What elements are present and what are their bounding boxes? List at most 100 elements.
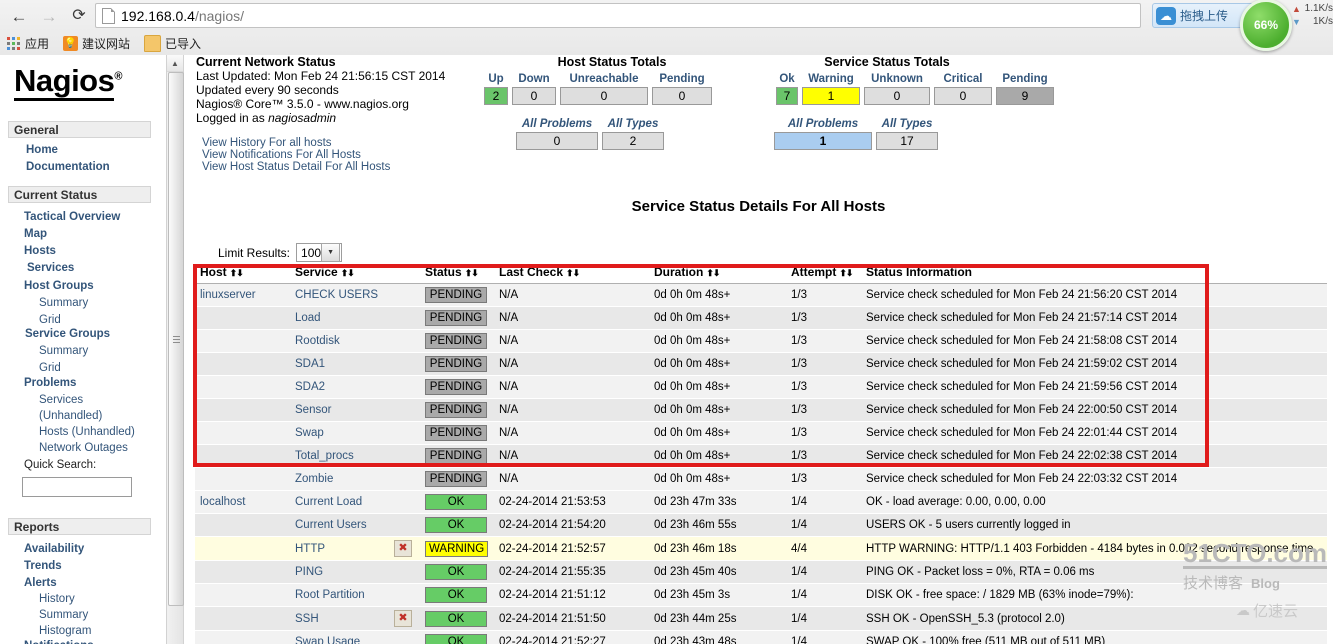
service-link[interactable]: Current Users — [295, 519, 367, 531]
service-link[interactable]: Swap — [295, 427, 324, 439]
column-header-duration[interactable]: Duration ⬆⬇ — [649, 262, 786, 284]
host-total-unreachable-value[interactable]: 0 — [560, 87, 648, 105]
sidebar-item-availability[interactable]: Availability — [24, 542, 84, 556]
service-link[interactable]: Rootdisk — [295, 335, 340, 347]
service-link[interactable]: Sensor — [295, 404, 331, 416]
table-row[interactable]: Current Users OK 02-24-2014 21:54:20 0d 23h… — [195, 513, 1327, 537]
cell-service[interactable]: Zombie — [290, 467, 420, 491]
sidebar-item-tactical-overview[interactable]: Tactical Overview — [24, 210, 120, 224]
sidebar-item-trends[interactable]: Trends — [24, 559, 62, 573]
sidebar-item-alerts-histogram[interactable]: Histogram — [39, 624, 91, 638]
table-row[interactable]: SSH ✖ OK 02-24-2014 21:51:50 0d 23h 44m 25s 1… — [195, 606, 1327, 631]
sidebar-item-home[interactable]: Home — [26, 143, 58, 157]
sidebar-item-documentation[interactable]: Documentation — [26, 160, 110, 174]
service-link[interactable]: Load — [295, 312, 321, 324]
cell-service[interactable]: Total_procs — [290, 444, 420, 468]
cell-service[interactable]: Swap — [290, 421, 420, 445]
table-row[interactable]: Load PENDING N/A 0d 0h 0m 48s+ 1/3 Service ch… — [195, 306, 1327, 330]
cell-service[interactable]: Current Users — [290, 513, 420, 537]
table-row[interactable]: Zombie PENDING N/A 0d 0h 0m 48s+ 1/3 Service … — [195, 467, 1327, 491]
service-link[interactable]: PING — [295, 566, 323, 578]
service-link[interactable]: SSH — [295, 613, 319, 625]
sort-arrows-icon[interactable]: ⬆⬇ — [230, 268, 244, 278]
cell-host[interactable]: localhost — [195, 490, 290, 514]
service-total-ok-value[interactable]: 7 — [776, 87, 798, 105]
address-bar[interactable]: 192.168.0.4/nagios/ — [95, 3, 1141, 28]
sidebar-item-problems[interactable]: Problems — [24, 376, 76, 390]
link-view-host-status-detail[interactable]: View Host Status Detail For All Hosts — [202, 161, 445, 173]
table-row[interactable]: SDA1 PENDING N/A 0d 0h 0m 48s+ 1/3 Service ch… — [195, 352, 1327, 376]
table-row[interactable]: Root Partition OK 02-24-2014 21:51:12 0d 23… — [195, 583, 1327, 607]
forward-icon[interactable]: → — [36, 3, 62, 29]
sidebar-item-services[interactable]: Services — [27, 261, 74, 275]
link-view-notifications[interactable]: View Notifications For All Hosts — [202, 149, 445, 161]
sidebar-item-servicegroup-grid[interactable]: Grid — [39, 361, 61, 375]
host-all-types-value[interactable]: 2 — [602, 132, 664, 150]
sidebar-item-servicegroup-summary[interactable]: Summary — [39, 344, 88, 358]
cell-service[interactable]: SDA1 — [290, 352, 420, 376]
sidebar-item-alerts-summary[interactable]: Summary — [39, 608, 88, 622]
bookmark-item-suggested-sites[interactable]: 💡 建议网站 — [63, 35, 130, 52]
cell-service[interactable]: Load — [290, 306, 420, 330]
sidebar-item-problems-services[interactable]: Services — [39, 393, 83, 407]
table-row[interactable]: Total_procs PENDING N/A 0d 0h 0m 48s+ 1/3 Ser… — [195, 444, 1327, 468]
sidebar-item-alerts[interactable]: Alerts — [24, 576, 57, 590]
cell-service[interactable]: SDA2 — [290, 375, 420, 399]
service-total-warning-value[interactable]: 1 — [802, 87, 860, 105]
sort-arrows-icon[interactable]: ⬆⬇ — [465, 268, 479, 278]
bookmark-item-imported[interactable]: 已导入 — [144, 34, 201, 52]
table-row[interactable]: Rootdisk PENDING N/A 0d 0h 0m 48s+ 1/3 Servic… — [195, 329, 1327, 353]
sort-arrows-icon[interactable]: ⬆⬇ — [566, 268, 580, 278]
scrollbar-thumb[interactable] — [168, 72, 184, 606]
sort-arrows-icon[interactable]: ⬆⬇ — [341, 268, 355, 278]
table-row[interactable]: localhost Current Load OK 02-24-2014 21:53:… — [195, 490, 1327, 514]
host-link[interactable]: localhost — [200, 496, 245, 508]
sort-arrows-icon[interactable]: ⬆⬇ — [839, 268, 853, 278]
table-row[interactable]: Swap PENDING N/A 0d 0h 0m 48s+ 1/3 Service ch… — [195, 421, 1327, 445]
sidebar-item-hosts[interactable]: Hosts — [24, 244, 56, 258]
service-total-unknown-value[interactable]: 0 — [864, 87, 930, 105]
reload-icon[interactable]: ⟳ — [66, 3, 92, 29]
service-link[interactable]: HTTP — [295, 543, 325, 555]
cell-service[interactable]: PING — [290, 560, 420, 584]
sidebar-item-hostgroup-grid[interactable]: Grid — [39, 313, 61, 327]
host-total-up-value[interactable]: 2 — [484, 87, 508, 105]
service-all-types-value[interactable]: 17 — [876, 132, 938, 150]
service-link[interactable]: SDA2 — [295, 381, 325, 393]
chevron-down-icon[interactable]: ▼ — [321, 243, 341, 262]
cell-service[interactable]: Root Partition — [290, 583, 420, 607]
sidebar-item-alerts-history[interactable]: History — [39, 592, 75, 606]
sidebar-item-notifications[interactable]: Notifications — [24, 639, 94, 644]
column-header-last-check[interactable]: Last Check ⬆⬇ — [494, 262, 649, 284]
host-all-problems-value[interactable]: 0 — [516, 132, 598, 150]
host-link[interactable]: linuxserver — [200, 289, 256, 301]
cell-host[interactable]: linuxserver — [195, 283, 290, 307]
sidebar-item-hostgroup-summary[interactable]: Summary — [39, 296, 88, 310]
table-row[interactable]: Sensor PENDING N/A 0d 0h 0m 48s+ 1/3 Service … — [195, 398, 1327, 422]
sidebar-item-service-groups[interactable]: Service Groups — [25, 327, 110, 341]
table-row[interactable]: PING OK 02-24-2014 21:55:35 0d 23h 45m 40s 1… — [195, 560, 1327, 584]
service-link[interactable]: CHECK USERS — [295, 289, 378, 301]
service-total-critical-value[interactable]: 0 — [934, 87, 992, 105]
column-header-host[interactable]: Host ⬆⬇ — [195, 262, 290, 284]
cell-service[interactable]: Current Load — [290, 490, 420, 514]
table-row[interactable]: HTTP ✖ WARNING 02-24-2014 21:52:57 0d 23h 46… — [195, 536, 1327, 561]
link-view-history[interactable]: View History For all hosts — [202, 137, 445, 149]
service-link[interactable]: SDA1 — [295, 358, 325, 370]
cell-service[interactable]: Sensor — [290, 398, 420, 422]
service-total-pending-value[interactable]: 9 — [996, 87, 1054, 105]
limit-results-select[interactable]: 100 ▼ — [296, 243, 343, 262]
service-all-problems-value[interactable]: 1 — [774, 132, 872, 150]
table-row[interactable]: linuxserver CHECK USERS PENDING N/A 0d 0h 0m… — [195, 283, 1327, 307]
cell-service[interactable]: SSH ✖ — [290, 606, 420, 631]
table-row[interactable]: Swap Usage OK 02-24-2014 21:52:27 0d 23h 43… — [195, 630, 1327, 644]
service-link[interactable]: Zombie — [295, 473, 333, 485]
column-header-status[interactable]: Status ⬆⬇ — [420, 262, 494, 284]
cell-service[interactable]: CHECK USERS — [290, 283, 420, 307]
column-header-service[interactable]: Service ⬆⬇ — [290, 262, 420, 284]
host-total-pending-value[interactable]: 0 — [652, 87, 712, 105]
host-total-down-value[interactable]: 0 — [512, 87, 556, 105]
scroll-up-arrow-icon[interactable]: ▲ — [167, 55, 183, 72]
quick-search-input[interactable] — [22, 477, 132, 497]
cell-service[interactable]: Swap Usage — [290, 630, 420, 644]
